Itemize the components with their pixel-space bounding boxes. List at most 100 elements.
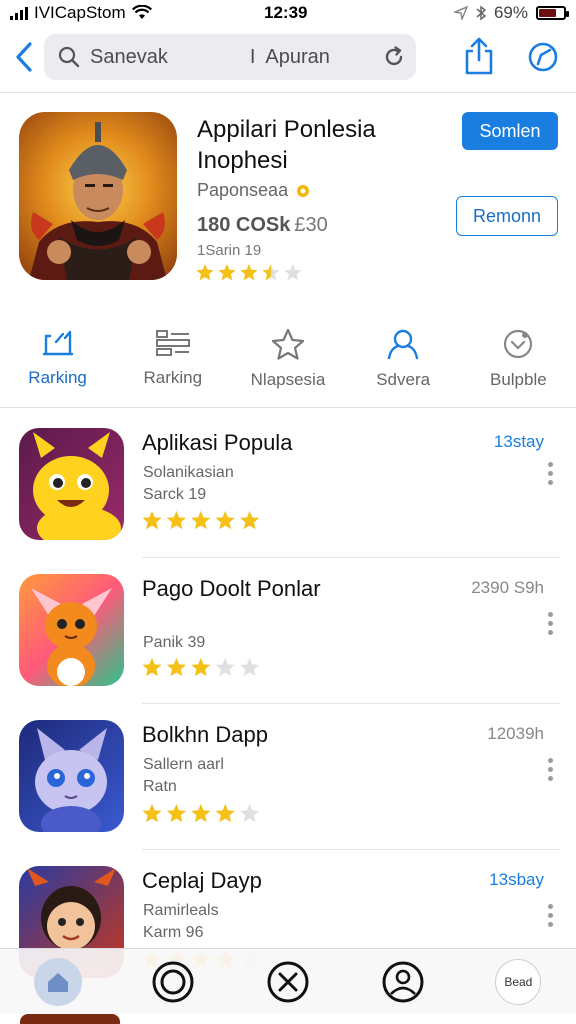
more-icon[interactable] <box>548 612 554 635</box>
more-label: Bead <box>495 958 542 1005</box>
app-developer: Solanikasian <box>143 464 234 481</box>
close-circle-icon <box>267 961 309 1002</box>
star-icon <box>142 511 162 530</box>
list-item[interactable]: Pago Doolt Ponlar Panik 39 2390 S9h <box>0 574 576 720</box>
secondary-button[interactable]: Remonn <box>456 196 558 236</box>
ranking-icon <box>42 330 73 356</box>
app-developer: Ramirleals <box>143 902 219 919</box>
wifi-icon <box>131 5 152 19</box>
star-icon <box>142 658 162 677</box>
tab-label: Sdvera <box>376 370 431 389</box>
featured-app-title[interactable]: Appilari Ponlesia Inophesi <box>197 114 447 176</box>
featured-size: 1Sarin 19 <box>197 242 262 259</box>
nav-profile[interactable] <box>376 955 430 1009</box>
get-button[interactable]: Somlen <box>462 112 558 150</box>
carrier-label: IVICapStom <box>34 3 126 22</box>
tab-label: Nlapsesia <box>250 370 326 389</box>
star-icon <box>166 804 186 823</box>
app-rating <box>142 658 260 683</box>
nav-target[interactable] <box>146 955 200 1009</box>
compass-icon[interactable] <box>526 40 560 74</box>
star-icon <box>218 264 236 281</box>
tab-featured[interactable]: Nlapsesia <box>230 328 345 398</box>
app-meta: Karm 96 <box>143 924 204 941</box>
star-icon <box>191 804 211 823</box>
search-text-left: Sanevak <box>90 45 168 68</box>
tab-search[interactable]: Sdvera <box>346 328 461 398</box>
price-value: 180 COSk <box>197 214 291 236</box>
app-title[interactable]: Aplikasi Popula <box>142 430 462 456</box>
location-icon <box>453 6 468 20</box>
share-icon[interactable] <box>462 36 496 76</box>
star-icon <box>215 511 235 530</box>
home-icon <box>47 972 68 992</box>
gear-badge-icon <box>297 184 310 197</box>
app-time: 13stay <box>493 432 544 451</box>
signal-icon <box>10 6 28 20</box>
app-meta: Sarck 19 <box>143 486 207 503</box>
person-icon <box>387 329 419 360</box>
nav-close[interactable] <box>261 955 315 1009</box>
battery-percent: 69% <box>493 3 528 22</box>
profile-icon <box>382 961 424 1002</box>
next-row-peek <box>0 1014 576 1024</box>
blue-creature-artwork <box>35 728 107 832</box>
search-cursor: I <box>249 45 256 68</box>
app-title[interactable]: Ceplaj Dayp <box>142 868 462 894</box>
list-item[interactable]: Aplikasi Popula Solanikasian Sarck 19 13… <box>0 428 576 574</box>
featured-app-developer[interactable]: Paponseaa <box>197 180 312 201</box>
back-chevron-icon[interactable] <box>12 40 38 74</box>
star-icon <box>166 658 186 677</box>
toolbar-divider <box>0 92 576 93</box>
featured-app-icon[interactable] <box>19 112 177 280</box>
more-icon[interactable] <box>548 904 554 927</box>
status-bar: IVICapStom 12:39 69% <box>0 0 576 26</box>
star-icon <box>215 804 235 823</box>
app-time: 2390 S9h <box>471 578 544 597</box>
star-icon <box>240 264 258 281</box>
nav-home[interactable] <box>31 955 85 1009</box>
star-icon <box>166 511 186 530</box>
tab-label: Rarking <box>28 368 87 387</box>
row-divider <box>142 849 560 850</box>
star-empty-icon <box>240 658 260 677</box>
more-icon[interactable] <box>548 758 554 781</box>
app-title[interactable]: Bolkhn Dapp <box>142 722 462 748</box>
featured-rating <box>196 264 302 287</box>
search-input[interactable]: Sanevak I Apuran <box>44 34 416 80</box>
more-icon[interactable] <box>548 462 554 485</box>
tab-ranking[interactable]: Rarking <box>0 328 115 398</box>
stars <box>142 804 260 823</box>
app-meta: Panik 39 <box>143 634 206 651</box>
star-empty-icon <box>215 658 235 677</box>
star-icon <box>240 511 260 530</box>
stars <box>142 511 260 530</box>
home-pill <box>33 957 82 1006</box>
app-icon[interactable] <box>19 574 124 686</box>
price-extra: £30 <box>294 214 328 236</box>
tab-updates[interactable]: Bulpble <box>461 328 576 398</box>
app-icon[interactable] <box>19 720 124 832</box>
star-icon <box>191 511 211 530</box>
reload-icon[interactable] <box>382 45 406 69</box>
app-rating <box>142 511 260 536</box>
warrior-artwork <box>29 122 167 280</box>
app-meta: Ratn <box>143 778 177 795</box>
app-rating <box>142 804 260 829</box>
app-icon[interactable] <box>19 428 124 540</box>
badge-icon <box>504 329 533 359</box>
grid-list-icon <box>155 330 190 356</box>
app-developer: Sallern aarl <box>143 756 224 773</box>
tab-ranking-list[interactable]: Rarking <box>115 328 230 398</box>
developer-name: Paponseaa <box>197 180 289 200</box>
nav-more[interactable]: Bead <box>491 955 545 1009</box>
star-icon <box>196 264 214 281</box>
stars <box>142 658 260 677</box>
app-title[interactable]: Pago Doolt Ponlar <box>142 576 462 602</box>
yellow-creature-artwork <box>33 432 121 540</box>
star-icon <box>271 328 305 360</box>
star-icon <box>191 658 211 677</box>
list-item[interactable]: Bolkhn Dapp Sallern aarl Ratn 12039h <box>0 720 576 866</box>
stars <box>196 264 302 281</box>
clock: 12:39 <box>264 3 308 22</box>
